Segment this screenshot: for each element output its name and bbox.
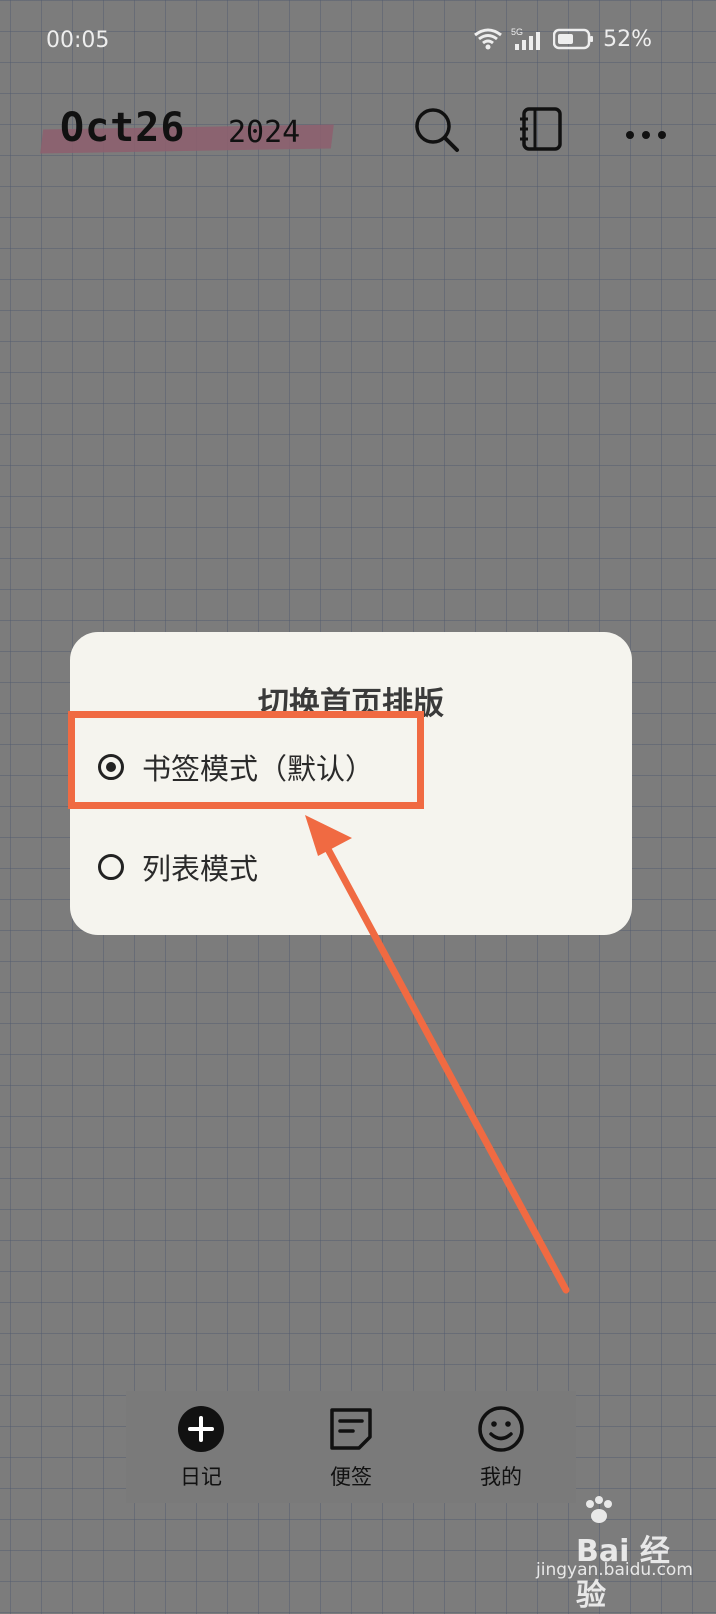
signal-icon: 5G xyxy=(511,27,541,50)
annotation-highlight-box xyxy=(68,711,424,809)
nav-item-notes[interactable]: 便签 xyxy=(301,1391,401,1491)
date-month-day: Oct26 xyxy=(60,105,186,151)
battery-icon xyxy=(553,28,594,50)
paw-logo-icon xyxy=(586,1496,612,1523)
battery-percent: 52% xyxy=(603,26,652,52)
wifi-icon xyxy=(474,28,503,50)
watermark-url: jingyan.baidu.com xyxy=(536,1560,693,1580)
bottom-nav: 日记 便签 我的 xyxy=(126,1391,576,1503)
nav-label: 日记 xyxy=(180,1465,222,1489)
smile-icon xyxy=(478,1406,524,1452)
status-time: 00:05 xyxy=(46,28,110,53)
add-circle-icon xyxy=(178,1406,224,1452)
option-list-mode[interactable]: 列表模式 xyxy=(98,837,598,897)
header: Oct26 2024 xyxy=(0,95,716,165)
nav-label: 我的 xyxy=(480,1465,522,1489)
notebook-icon[interactable] xyxy=(518,105,566,153)
nav-item-diary[interactable]: 日记 xyxy=(151,1391,251,1491)
status-bar: 00:05 5G 52% xyxy=(0,0,716,80)
date-year: 2024 xyxy=(228,115,301,150)
more-icon[interactable] xyxy=(622,105,670,153)
nav-label: 便签 xyxy=(330,1465,372,1489)
status-indicators: 5G 52% xyxy=(473,26,652,52)
search-icon[interactable] xyxy=(412,105,460,153)
nav-item-mine[interactable]: 我的 xyxy=(451,1391,551,1491)
radio-unselected-icon[interactable] xyxy=(98,854,124,880)
baidu-watermark: Bai 经验 jingyan.baidu.com xyxy=(536,1496,693,1613)
option-label: 列表模式 xyxy=(142,852,259,886)
network-label: 5G xyxy=(511,27,523,37)
note-icon xyxy=(330,1408,372,1450)
